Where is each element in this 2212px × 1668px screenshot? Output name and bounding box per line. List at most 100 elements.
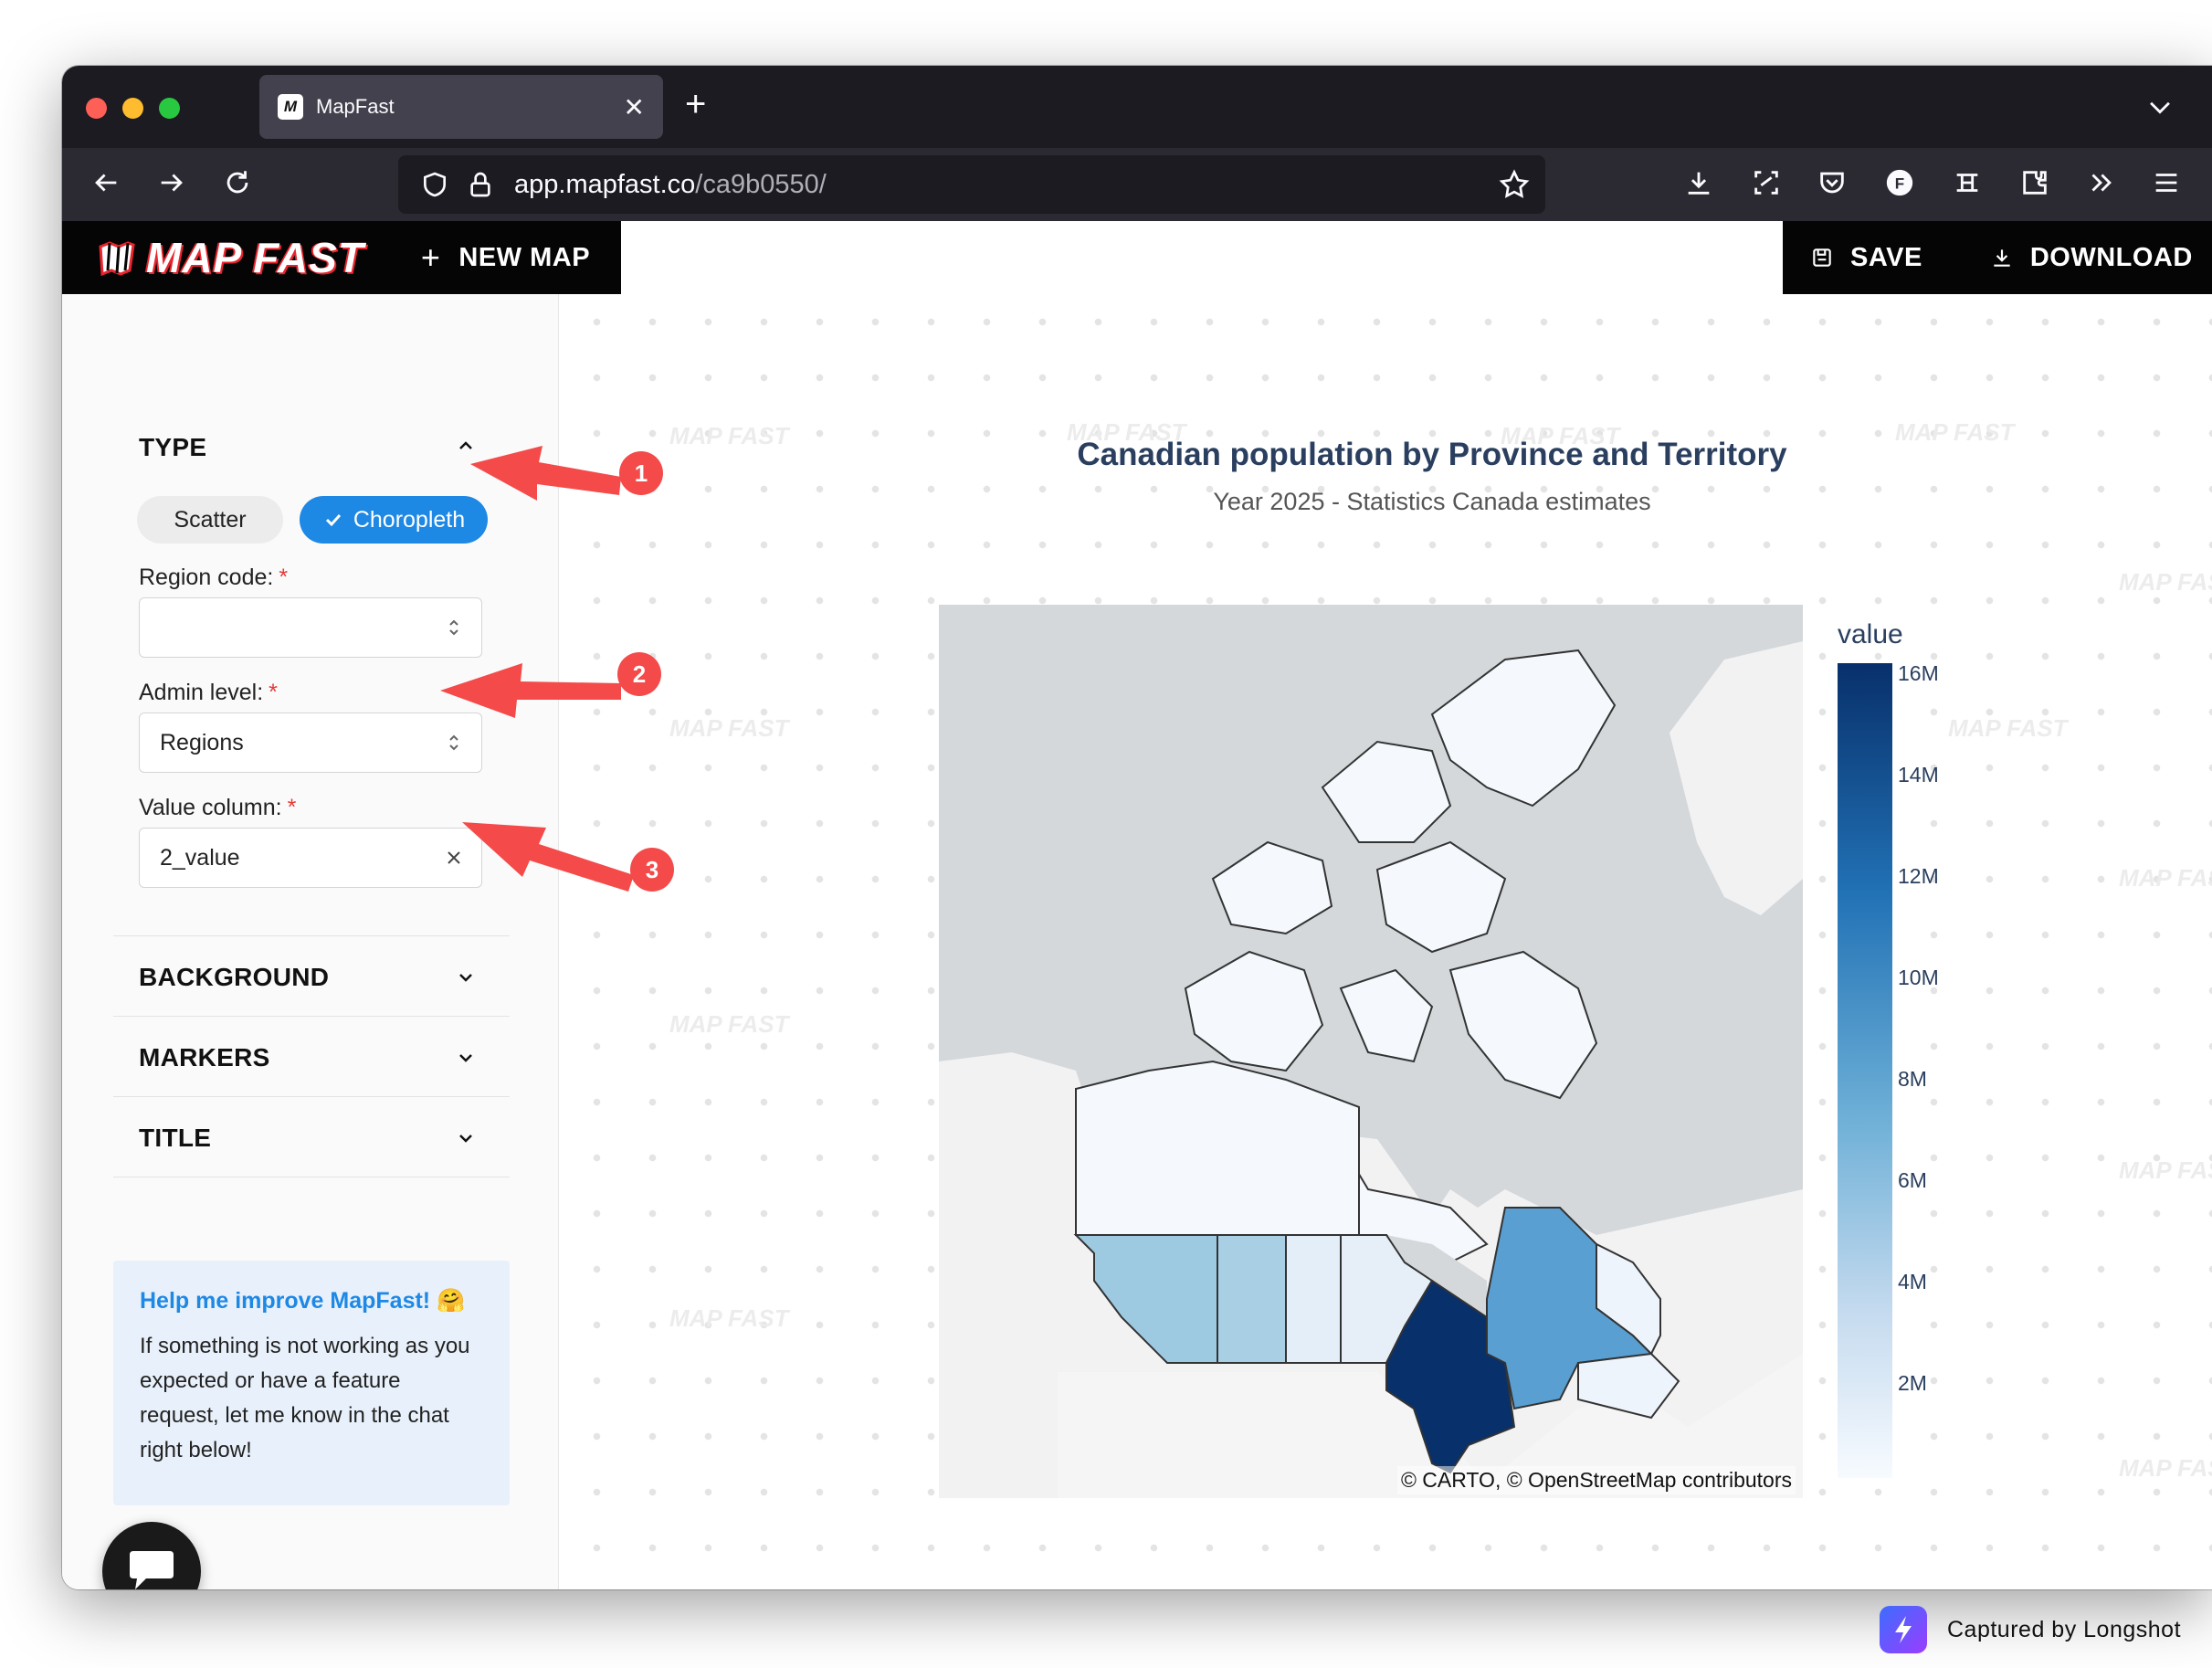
- mapfast-logo[interactable]: MAP FAST: [97, 233, 364, 282]
- region-territories[interactable]: [1448, 950, 1598, 1100]
- watermark: MAP FAST: [2119, 1156, 2212, 1184]
- choropleth-map[interactable]: © CARTO, © OpenStreetMap contributors: [939, 605, 1803, 1498]
- new-tab-icon[interactable]: +: [685, 86, 706, 122]
- app-header-left: MAP FAST + NEW MAP: [62, 221, 621, 294]
- select-updown-icon: [449, 734, 458, 751]
- region-territories[interactable]: [1184, 950, 1324, 1072]
- download-icon[interactable]: [1680, 164, 1717, 201]
- map-logo-icon: [99, 241, 135, 276]
- feedback-title[interactable]: Help me improve MapFast! 🤗: [140, 1288, 483, 1314]
- watermark: MAP FAST: [2119, 1454, 2212, 1482]
- colorbar-tick: 10M: [1898, 966, 1939, 989]
- new-map-button[interactable]: + NEW MAP: [421, 238, 590, 277]
- colorbar-title: value: [1838, 619, 1903, 649]
- tab-bar: M MapFast ✕ +: [62, 66, 2212, 148]
- download-button[interactable]: DOWNLOAD: [1990, 243, 2193, 273]
- feedback-box: Help me improve MapFast! 🤗 If something …: [113, 1261, 510, 1505]
- url-text[interactable]: app.mapfast.co/ca9b0550/: [514, 170, 827, 200]
- checkmark-icon: [325, 513, 341, 527]
- region-territories[interactable]: [1430, 649, 1617, 808]
- extensions-icon[interactable]: [2017, 164, 2053, 201]
- hamburger-menu-icon[interactable]: [2148, 164, 2185, 201]
- region-code-label: Region code: *: [139, 565, 288, 591]
- chat-button[interactable]: [102, 1522, 201, 1589]
- map-attribution[interactable]: © CARTO, © OpenStreetMap contributors: [1396, 1466, 1796, 1494]
- colorbar-tick: 8M: [1898, 1067, 1927, 1091]
- watermark: MAP FAST: [669, 1010, 789, 1038]
- screenshot-icon[interactable]: [1748, 164, 1785, 201]
- save-button[interactable]: SAVE: [1810, 243, 1922, 273]
- chevron-down-icon[interactable]: [2144, 91, 2175, 122]
- colorbar: [1838, 663, 1892, 1478]
- section-title-markers[interactable]: MARKERS: [139, 1043, 270, 1072]
- close-tab-icon[interactable]: ✕: [624, 92, 645, 122]
- bookmark-star-icon[interactable]: [1498, 168, 1531, 201]
- watermark: MAP FAST: [2119, 864, 2212, 892]
- close-window-button[interactable]: [86, 98, 107, 119]
- app-header: MAP FAST + NEW MAP SAVE DOWNLOAD: [62, 221, 2212, 294]
- type-option-scatter[interactable]: Scatter: [137, 496, 283, 544]
- new-map-label: NEW MAP: [458, 242, 591, 272]
- clear-icon[interactable]: [443, 847, 465, 869]
- chart-title: Canadian population by Province and Terr…: [1077, 437, 1787, 472]
- address-bar[interactable]: app.mapfast.co/ca9b0550/: [398, 155, 1545, 214]
- region-territories[interactable]: [1075, 1060, 1360, 1236]
- capture-credit-label: Captured by Longshot: [1947, 1616, 2182, 1642]
- region-territories[interactable]: [1211, 840, 1333, 935]
- svg-text:F: F: [1895, 174, 1904, 192]
- required-marker: *: [287, 795, 297, 820]
- chevron-down-icon[interactable]: [455, 1127, 477, 1149]
- longshot-logo-icon: [1880, 1606, 1927, 1653]
- admin-level-label-text: Admin level:: [139, 680, 264, 705]
- colorbar-tick: 6M: [1898, 1168, 1927, 1192]
- value-column-input[interactable]: 2_value: [139, 828, 482, 888]
- lock-icon[interactable]: [466, 170, 495, 199]
- value-column-label: Value column: *: [139, 795, 296, 821]
- mapfast-favicon-icon: M: [278, 94, 303, 120]
- section-title-title[interactable]: TITLE: [139, 1124, 211, 1153]
- chart-subtitle: Year 2025 - Statistics Canada estimates: [1213, 488, 1651, 515]
- colorbar-tick: 4M: [1898, 1270, 1927, 1293]
- admin-level-label: Admin level: *: [139, 680, 278, 706]
- region-alberta[interactable]: [1217, 1234, 1287, 1364]
- required-marker: *: [269, 680, 278, 705]
- translate-icon[interactable]: [1949, 164, 1986, 201]
- chevron-down-icon[interactable]: [455, 1047, 477, 1069]
- colorbar-tick: 12M: [1898, 864, 1939, 888]
- region-saskatchewan[interactable]: [1285, 1234, 1342, 1364]
- section-divider: [113, 935, 510, 936]
- plus-icon: +: [420, 238, 441, 276]
- watermark: MAP FAST: [1948, 714, 2068, 742]
- maximize-window-button[interactable]: [159, 98, 180, 119]
- download-icon: [1994, 249, 2010, 267]
- watermark: MAP FAST: [669, 1304, 789, 1332]
- region-code-label-text: Region code:: [139, 565, 274, 590]
- download-label: DOWNLOAD: [2029, 242, 2193, 272]
- logo-text: MAP FAST: [146, 234, 364, 281]
- greenland: [1670, 641, 1803, 915]
- forward-arrow-icon[interactable]: [153, 164, 190, 201]
- region-code-select[interactable]: [139, 597, 482, 658]
- reload-icon[interactable]: [219, 164, 256, 201]
- shield-icon[interactable]: [420, 170, 449, 199]
- region-territories[interactable]: [1339, 968, 1434, 1063]
- value-column-value: 2_value: [160, 844, 240, 871]
- section-divider: [113, 1096, 510, 1097]
- save-label: SAVE: [1850, 242, 1922, 272]
- account-icon[interactable]: F: [1881, 164, 1918, 201]
- chevron-down-icon[interactable]: [455, 966, 477, 988]
- section-divider: [113, 1016, 510, 1017]
- minimize-window-button[interactable]: [122, 98, 143, 119]
- colorbar-tick: 16M: [1898, 661, 1939, 685]
- chat-bubble-icon: [130, 1551, 174, 1589]
- browser-window: M MapFast ✕ + app.mapfast.co/ca9b0550/ F…: [62, 66, 2212, 1589]
- section-title-background[interactable]: BACKGROUND: [139, 963, 329, 992]
- browser-tab[interactable]: M MapFast ✕: [259, 75, 663, 139]
- region-territories[interactable]: [1375, 840, 1507, 954]
- map-svg: [939, 641, 1803, 1498]
- admin-level-select[interactable]: Regions: [139, 713, 482, 773]
- region-territories[interactable]: [1321, 740, 1452, 843]
- pocket-icon[interactable]: [1814, 164, 1850, 201]
- overflow-chevron-icon[interactable]: [2082, 164, 2119, 201]
- back-arrow-icon[interactable]: [88, 164, 124, 201]
